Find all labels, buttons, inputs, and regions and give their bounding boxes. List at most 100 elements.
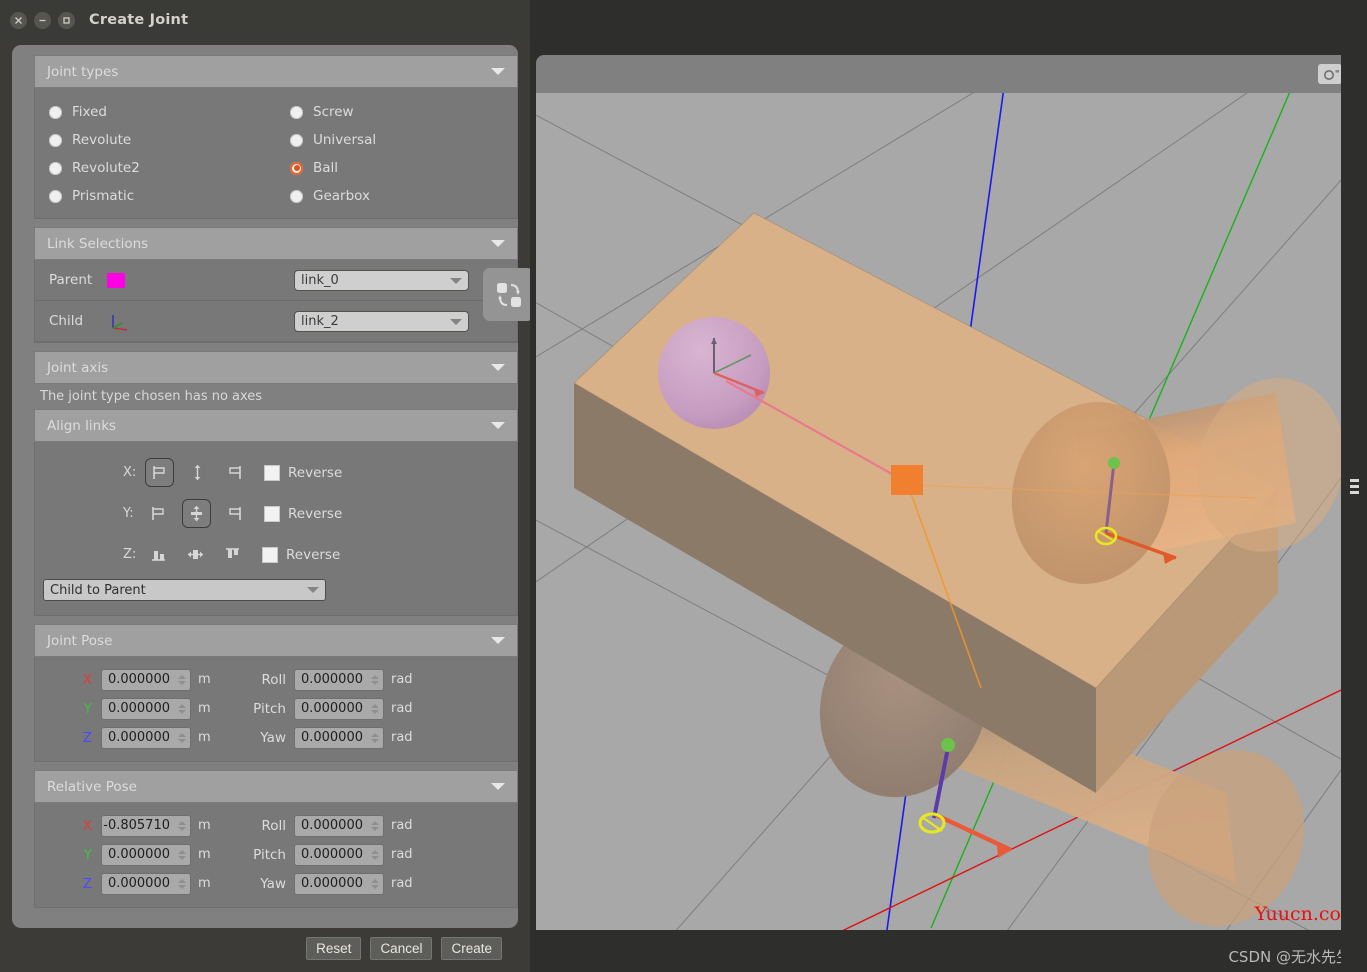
align-x-min-button[interactable] bbox=[145, 458, 174, 487]
align-row-x: X: Reverse bbox=[35, 452, 517, 493]
align-y-max-button[interactable] bbox=[221, 500, 248, 527]
joint-pose-roll-input[interactable]: 0.000000 bbox=[294, 668, 384, 691]
stepper-icon[interactable] bbox=[175, 849, 190, 860]
align-x-center-button[interactable] bbox=[184, 459, 211, 486]
joint-pose-yaw-input[interactable]: 0.000000 bbox=[294, 726, 384, 749]
align-z-center-button[interactable] bbox=[182, 541, 209, 568]
stepper-icon[interactable] bbox=[175, 732, 190, 743]
3d-viewport[interactable]: Yuucn.com CSDN @无水先生 bbox=[530, 0, 1367, 972]
stepper-icon[interactable] bbox=[368, 674, 383, 685]
chevron-down-icon bbox=[491, 422, 505, 429]
radio-option-revolute2[interactable]: Revolute2 bbox=[35, 154, 276, 182]
3d-scene[interactable] bbox=[536, 93, 1354, 930]
radio-icon[interactable] bbox=[49, 105, 62, 119]
create-button[interactable]: Create bbox=[441, 937, 502, 960]
child-link-dropdown[interactable]: link_2 bbox=[294, 311, 469, 332]
stepper-icon[interactable] bbox=[368, 703, 383, 714]
unit-label: m bbox=[198, 818, 211, 833]
input-value: 0.000000 bbox=[107, 730, 170, 745]
unit-label: m bbox=[198, 847, 211, 862]
chevron-down-icon bbox=[491, 68, 505, 75]
radio-label: Screw bbox=[313, 104, 354, 120]
relative-pose-z-input[interactable]: 0.000000 bbox=[101, 872, 191, 895]
align-z-max-button[interactable] bbox=[219, 541, 246, 568]
create-joint-dialog: Create Joint Joint types Fixed Revolute … bbox=[0, 0, 534, 972]
align-z-min-button[interactable] bbox=[145, 541, 172, 568]
section-header-relative-pose[interactable]: Relative Pose bbox=[34, 770, 518, 803]
input-value: 0.000000 bbox=[300, 818, 363, 833]
close-icon[interactable] bbox=[10, 11, 27, 29]
stepper-icon[interactable] bbox=[368, 878, 383, 889]
radio-icon[interactable] bbox=[290, 105, 303, 119]
pose-row: X 0.000000 m Roll 0.000000 rad bbox=[35, 665, 517, 694]
section-header-joint-types[interactable]: Joint types bbox=[34, 55, 518, 88]
section-header-joint-axis[interactable]: Joint axis bbox=[34, 351, 518, 384]
align-y-center-button[interactable] bbox=[182, 499, 211, 528]
section-header-link-selections[interactable]: Link Selections bbox=[34, 227, 518, 260]
align-mode-dropdown[interactable]: Child to Parent bbox=[43, 579, 326, 601]
joint-pose-z-input[interactable]: 0.000000 bbox=[101, 726, 191, 749]
joint-pose-x-input[interactable]: 0.000000 bbox=[101, 668, 191, 691]
radio-option-revolute[interactable]: Revolute bbox=[35, 126, 276, 154]
stepper-icon[interactable] bbox=[175, 820, 190, 831]
vertical-splitter-handle[interactable] bbox=[1341, 0, 1367, 972]
yaw-label: Yaw bbox=[260, 875, 286, 892]
reverse-checkbox-y[interactable] bbox=[264, 505, 280, 522]
input-value: 0.000000 bbox=[300, 730, 363, 745]
stepper-icon[interactable] bbox=[368, 849, 383, 860]
dialog-panel: Joint types Fixed Revolute Revolute2 Pri… bbox=[12, 45, 534, 928]
stepper-icon[interactable] bbox=[368, 820, 383, 831]
relative-pose-pitch-input[interactable]: 0.000000 bbox=[294, 843, 384, 866]
stepper-icon[interactable] bbox=[175, 703, 190, 714]
joint-pose-y-input[interactable]: 0.000000 bbox=[101, 697, 191, 720]
reset-button[interactable]: Reset bbox=[306, 937, 362, 960]
radio-option-ball[interactable]: Ball bbox=[276, 154, 517, 182]
section-title: Align links bbox=[47, 417, 117, 434]
reverse-checkbox-x[interactable] bbox=[264, 464, 280, 481]
window-controls bbox=[10, 11, 75, 29]
align-y-min-button[interactable] bbox=[145, 500, 172, 527]
radio-option-prismatic[interactable]: Prismatic bbox=[35, 182, 276, 210]
radio-icon[interactable] bbox=[290, 189, 303, 203]
stepper-icon[interactable] bbox=[175, 878, 190, 889]
radio-option-screw[interactable]: Screw bbox=[276, 98, 517, 126]
section-header-joint-pose[interactable]: Joint Pose bbox=[34, 624, 518, 657]
relative-pose-y-input[interactable]: 0.000000 bbox=[101, 843, 191, 866]
window-title: Create Joint bbox=[89, 12, 189, 28]
reverse-label-z: Reverse bbox=[286, 546, 341, 563]
radio-option-universal[interactable]: Universal bbox=[276, 126, 517, 154]
parent-link-dropdown[interactable]: link_0 bbox=[294, 270, 469, 291]
radio-icon[interactable] bbox=[49, 133, 62, 147]
parent-color-swatch bbox=[107, 272, 125, 288]
cancel-button[interactable]: Cancel bbox=[370, 937, 433, 960]
radio-option-fixed[interactable]: Fixed bbox=[35, 98, 276, 126]
section-body-joint-pose: X 0.000000 m Roll 0.000000 rad Y 0.00000… bbox=[34, 657, 518, 762]
reverse-checkbox-z[interactable] bbox=[262, 546, 278, 563]
joint-pose-pitch-input[interactable]: 0.000000 bbox=[294, 697, 384, 720]
section-header-align-links[interactable]: Align links bbox=[34, 409, 518, 442]
section-title: Relative Pose bbox=[47, 778, 137, 795]
radio-icon-selected[interactable] bbox=[290, 161, 303, 175]
unit-label: rad bbox=[391, 701, 413, 716]
minimize-icon[interactable] bbox=[34, 11, 51, 29]
axis-label-z: Z bbox=[82, 729, 92, 746]
stepper-icon[interactable] bbox=[368, 732, 383, 743]
relative-pose-roll-input[interactable]: 0.000000 bbox=[294, 814, 384, 837]
stepper-icon[interactable] bbox=[175, 674, 190, 685]
swap-links-button[interactable] bbox=[483, 268, 534, 321]
radio-option-gearbox[interactable]: Gearbox bbox=[276, 182, 517, 210]
align-x-max-button[interactable] bbox=[221, 459, 248, 486]
radio-icon[interactable] bbox=[49, 161, 62, 175]
camera-icon[interactable] bbox=[1318, 64, 1342, 84]
relative-pose-x-input[interactable]: -0.805710 bbox=[101, 814, 191, 837]
relative-pose-yaw-input[interactable]: 0.000000 bbox=[294, 872, 384, 895]
radio-label: Gearbox bbox=[313, 188, 370, 204]
radio-icon[interactable] bbox=[49, 189, 62, 203]
axis-label-x: X bbox=[82, 671, 92, 688]
maximize-icon[interactable] bbox=[58, 11, 75, 29]
input-value: 0.000000 bbox=[107, 876, 170, 891]
section-body-link-selections: Parent link_0 Child link_2 bbox=[34, 260, 534, 343]
radio-label: Prismatic bbox=[72, 188, 135, 204]
radio-icon[interactable] bbox=[290, 133, 303, 147]
input-value: 0.000000 bbox=[300, 701, 363, 716]
